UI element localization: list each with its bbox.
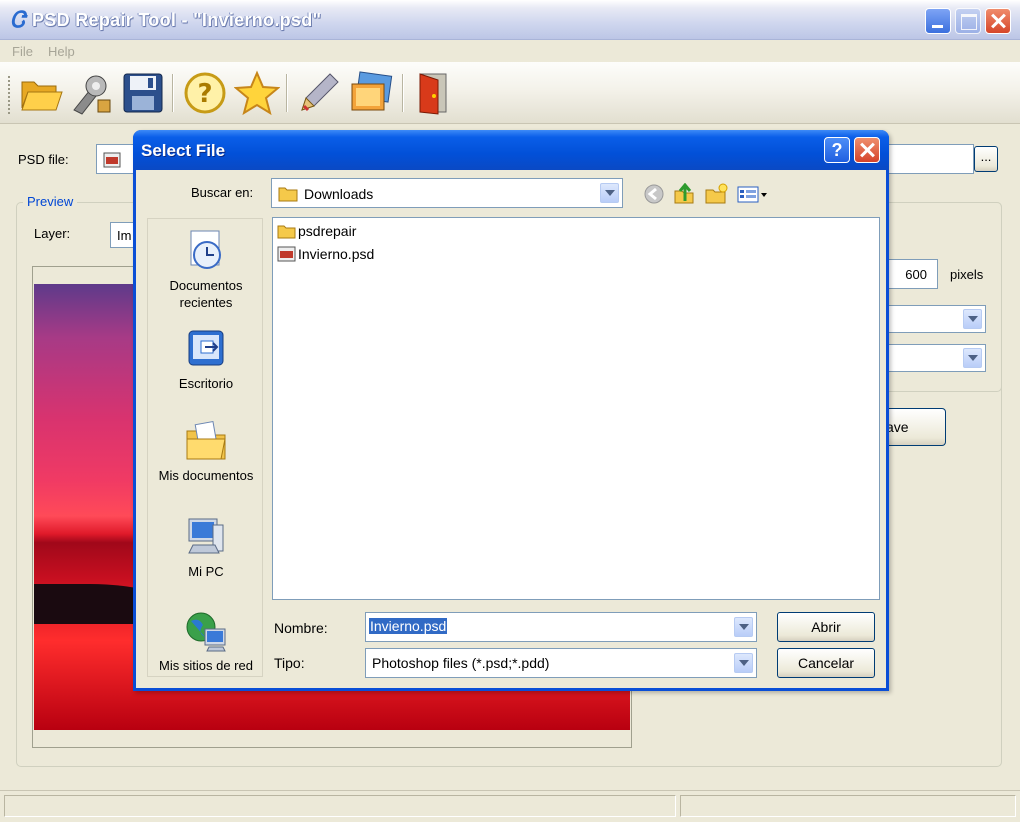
my-computer-icon (188, 518, 224, 554)
recent-documents-icon (190, 230, 221, 269)
toolbar: ? (0, 62, 1020, 124)
chevron-down-icon[interactable] (734, 653, 753, 673)
open-folder-icon[interactable] (18, 70, 64, 116)
file-type-select[interactable]: Photoshop files (*.psd;*.pdd) (365, 648, 757, 678)
file-list[interactable]: psdrepair Invierno.psd (272, 217, 880, 600)
place-my-documents[interactable]: Mis documentos (148, 419, 264, 484)
place-desktop[interactable]: Escritorio (148, 327, 264, 392)
psd-file-label: PSD file: (18, 152, 69, 167)
file-name: psdrepair (298, 223, 357, 239)
maximize-button[interactable] (955, 8, 981, 34)
preview-caption: Preview (23, 194, 78, 209)
toolbar-separator (172, 74, 174, 112)
back-arrow-icon[interactable] (642, 183, 666, 205)
svg-text:?: ? (197, 79, 212, 109)
toolbar-grip[interactable] (8, 76, 11, 114)
window-title: PSD Repair Tool - "Invierno.psd" (32, 10, 322, 30)
edit-pen-icon[interactable] (296, 70, 342, 116)
view-menu-icon[interactable] (736, 183, 768, 205)
menu-help[interactable]: Help (48, 44, 75, 59)
psd-file-icon (277, 246, 296, 262)
file-name-input[interactable]: Invierno.psd (365, 612, 757, 642)
status-bar (0, 790, 1020, 822)
my-documents-icon (186, 421, 226, 460)
desktop-icon (188, 330, 224, 366)
minimize-button[interactable] (925, 8, 951, 34)
width-value: 600 (905, 267, 927, 282)
file-name-label: Nombre: (274, 620, 328, 636)
select-file-dialog: Select File ? Buscar en: Downloads Docum… (133, 130, 889, 691)
toolbar-separator (286, 74, 288, 112)
main-title-bar[interactable]: Ꮳ PSD Repair Tool - "Invierno.psd" (0, 0, 1020, 40)
status-pane-1 (4, 795, 676, 817)
dialog-close-button[interactable] (854, 137, 880, 163)
status-pane-2 (680, 795, 1016, 817)
look-in-select[interactable]: Downloads (271, 178, 623, 208)
place-label: Documentos (169, 278, 243, 293)
chevron-down-icon[interactable] (963, 309, 982, 329)
option-select-2[interactable] (886, 344, 986, 372)
chevron-down-icon[interactable] (963, 348, 982, 368)
dialog-title-bar[interactable]: Select File ? (133, 130, 889, 170)
chevron-down-icon[interactable] (600, 183, 619, 203)
list-item[interactable]: psdrepair (277, 221, 356, 241)
place-label: Mi PC (188, 564, 224, 579)
option-select-1[interactable] (886, 305, 986, 333)
folder-icon (277, 225, 296, 239)
place-my-computer[interactable]: Mi PC (148, 515, 264, 580)
exit-door-icon[interactable] (410, 70, 456, 116)
app-logo-icon: Ꮳ (10, 7, 26, 32)
layer-label: Layer: (34, 226, 71, 241)
layer-select-value: Im (117, 228, 132, 243)
place-label: Mis sitios de red (159, 658, 253, 673)
file-type-value: Photoshop files (*.psd;*.pdd) (372, 655, 550, 671)
file-type-label: Tipo: (274, 655, 305, 671)
dialog-title: Select File (141, 141, 226, 160)
file-name-value: Invierno.psd (369, 618, 448, 634)
folder-icon (278, 187, 298, 202)
width-field[interactable]: 600 (886, 259, 938, 289)
place-label: Escritorio (178, 376, 234, 391)
place-label: Mis documentos (158, 468, 254, 483)
menu-file[interactable]: File (12, 44, 33, 59)
pixels-label: pixels (950, 267, 984, 282)
toolbar-separator (402, 74, 404, 112)
file-name: Invierno.psd (298, 246, 375, 262)
up-folder-icon[interactable] (672, 183, 696, 205)
list-item[interactable]: Invierno.psd (277, 244, 374, 264)
browse-button[interactable]: ... (974, 146, 998, 172)
save-disk-icon[interactable] (120, 70, 166, 116)
close-button[interactable] (985, 8, 1011, 34)
help-icon[interactable]: ? (182, 70, 228, 116)
place-network[interactable]: Mis sitios de red (148, 609, 264, 674)
chevron-down-icon[interactable] (734, 617, 753, 637)
place-label: recientes (179, 295, 233, 310)
network-places-icon (186, 612, 226, 652)
repair-tool-icon[interactable] (68, 70, 114, 116)
look-in-label: Buscar en: (191, 185, 254, 200)
cancel-button[interactable]: Cancelar (777, 648, 875, 678)
images-icon[interactable] (348, 70, 394, 116)
favorite-star-icon[interactable] (234, 70, 280, 116)
dialog-help-button[interactable]: ? (824, 137, 850, 163)
place-recent-documents[interactable]: Documentos recientes (148, 229, 264, 311)
psd-file-icon (103, 152, 121, 168)
look-in-value: Downloads (304, 186, 374, 202)
new-folder-icon[interactable] (704, 183, 728, 205)
open-button[interactable]: Abrir (777, 612, 875, 642)
menu-bar: File Help (0, 40, 1020, 62)
places-bar: Documentos recientes Escritorio Mis docu… (147, 218, 263, 677)
